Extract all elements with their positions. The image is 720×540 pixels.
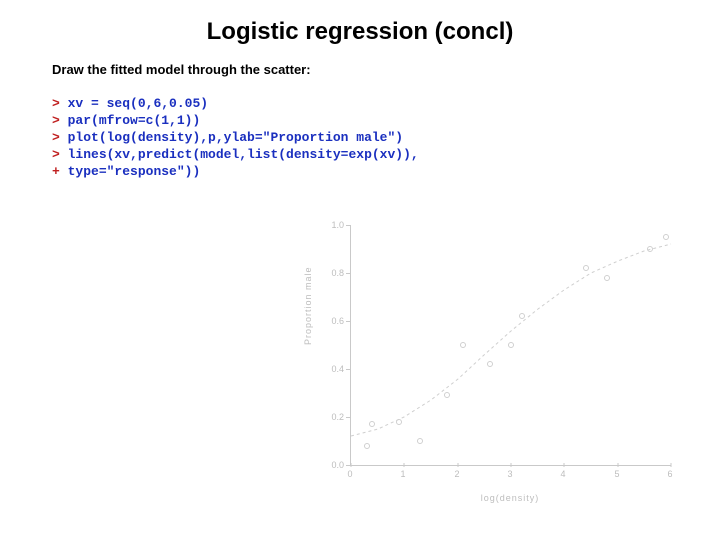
- y-tick: 0.2: [320, 412, 344, 422]
- code-line: par(mfrow=c(1,1)): [68, 113, 201, 128]
- x-tick: 0: [347, 469, 352, 479]
- y-axis-label: Proportion male: [303, 266, 313, 345]
- y-tick: 1.0: [320, 220, 344, 230]
- code-line: plot(log(density),p,ylab="Proportion mal…: [68, 130, 403, 145]
- x-axis-label: log(density): [350, 493, 670, 503]
- code-line: lines(xv,predict(model,list(density=exp(…: [68, 147, 419, 162]
- prompt: +: [52, 164, 60, 179]
- x-tick: 2: [454, 469, 459, 479]
- chart: Proportion male log(density) 0.0 0.2 0.4…: [295, 215, 690, 515]
- code-line: xv = seq(0,6,0.05): [68, 96, 208, 111]
- plot-area: [350, 225, 671, 466]
- code-line: type="response")): [68, 164, 201, 179]
- fitted-curve: [351, 225, 671, 465]
- prompt: >: [52, 96, 60, 111]
- subtitle: Draw the fitted model through the scatte…: [52, 62, 311, 77]
- y-tick: 0.6: [320, 316, 344, 326]
- x-tick: 3: [507, 469, 512, 479]
- y-tick: 0.8: [320, 268, 344, 278]
- prompt: >: [52, 130, 60, 145]
- x-tick: 5: [614, 469, 619, 479]
- page-title: Logistic regression (concl): [0, 18, 720, 46]
- x-tick: 4: [560, 469, 565, 479]
- x-tick: 6: [667, 469, 672, 479]
- slide: Logistic regression (concl) Draw the fit…: [0, 0, 720, 540]
- prompt: >: [52, 113, 60, 128]
- y-tick: 0.0: [320, 460, 344, 470]
- code-block: > xv = seq(0,6,0.05) > par(mfrow=c(1,1))…: [52, 78, 419, 180]
- x-tick: 1: [400, 469, 405, 479]
- prompt: >: [52, 147, 60, 162]
- y-tick: 0.4: [320, 364, 344, 374]
